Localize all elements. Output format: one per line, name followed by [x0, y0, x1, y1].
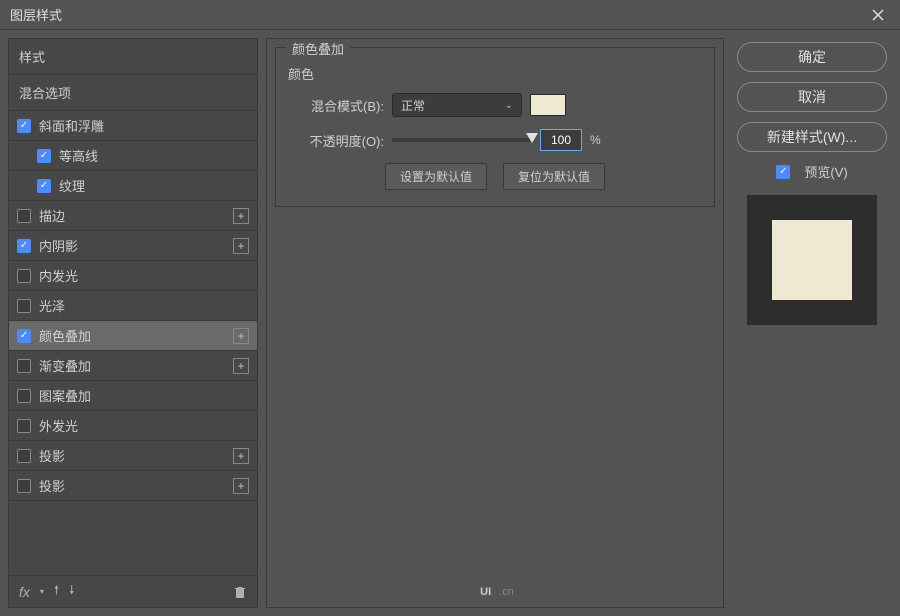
checkbox-icon[interactable] — [37, 179, 51, 193]
blend-mode-select[interactable]: 正常 ⌄ — [392, 93, 522, 117]
style-item-pattern-overlay[interactable]: 图案叠加 — [9, 381, 257, 411]
dialog-title: 图层样式 — [10, 5, 62, 24]
group-title: 颜色叠加 — [286, 39, 350, 58]
checkbox-icon[interactable] — [17, 269, 31, 283]
style-item-color-overlay[interactable]: 颜色叠加 + — [9, 321, 257, 351]
action-panel: 确定 取消 新建样式(W)... 预览(V) — [732, 38, 892, 608]
cancel-button[interactable]: 取消 — [737, 82, 887, 112]
style-label: 投影 — [39, 476, 65, 495]
style-label: 纹理 — [59, 176, 85, 195]
preview-toggle[interactable]: 预览(V) — [776, 162, 847, 181]
checkbox-icon[interactable] — [17, 419, 31, 433]
style-item-drop-shadow[interactable]: 投影 + — [9, 441, 257, 471]
checkbox-icon[interactable] — [17, 299, 31, 313]
style-item-bevel[interactable]: 斜面和浮雕 — [9, 111, 257, 141]
move-up-icon[interactable]: 🠕 — [54, 581, 59, 602]
titlebar: 图层样式 — [0, 0, 900, 30]
checkbox-icon[interactable] — [17, 449, 31, 463]
slider-thumb-icon[interactable] — [526, 133, 538, 143]
styles-header[interactable]: 样式 — [9, 39, 257, 75]
style-item-texture[interactable]: 纹理 — [9, 171, 257, 201]
blend-options-header[interactable]: 混合选项 — [9, 75, 257, 111]
set-default-button[interactable]: 设置为默认值 — [385, 163, 487, 190]
style-item-gradient-overlay[interactable]: 渐变叠加 + — [9, 351, 257, 381]
close-icon — [872, 9, 884, 21]
fx-dropdown-icon[interactable]: ▾ — [40, 587, 44, 596]
checkbox-icon[interactable] — [17, 329, 31, 343]
styles-footer: fx ▾ 🠕 🠗 — [9, 575, 257, 607]
reset-default-button[interactable]: 复位为默认值 — [503, 163, 605, 190]
style-item-contour[interactable]: 等高线 — [9, 141, 257, 171]
style-label: 内发光 — [39, 266, 78, 285]
styles-panel: 样式 混合选项 斜面和浮雕 等高线 纹理 描边 + — [8, 38, 258, 608]
add-effect-icon[interactable]: + — [233, 238, 249, 254]
style-label: 斜面和浮雕 — [39, 116, 104, 135]
add-effect-icon[interactable]: + — [233, 448, 249, 464]
checkbox-icon[interactable] — [17, 359, 31, 373]
watermark: UI .cn — [476, 585, 514, 599]
checkbox-icon[interactable] — [17, 209, 31, 223]
style-label: 描边 — [39, 206, 65, 225]
checkbox-icon[interactable] — [776, 165, 790, 179]
checkbox-icon[interactable] — [17, 479, 31, 493]
ok-button[interactable]: 确定 — [737, 42, 887, 72]
fx-menu-icon[interactable]: fx — [19, 584, 30, 600]
opacity-label: 不透明度(O): — [288, 131, 384, 150]
checkbox-icon[interactable] — [17, 239, 31, 253]
opacity-slider[interactable] — [392, 138, 532, 142]
new-style-button[interactable]: 新建样式(W)... — [737, 122, 887, 152]
style-item-stroke[interactable]: 描边 + — [9, 201, 257, 231]
style-item-inner-shadow[interactable]: 内阴影 + — [9, 231, 257, 261]
preview-box — [747, 195, 877, 325]
color-overlay-group: 颜色叠加 颜色 混合模式(B): 正常 ⌄ 不透明度(O): — [275, 47, 715, 207]
add-effect-icon[interactable]: + — [233, 358, 249, 374]
ui-badge: UI — [476, 585, 495, 599]
preview-label: 预览(V) — [804, 162, 847, 181]
style-label: 颜色叠加 — [39, 326, 91, 345]
style-label: 图案叠加 — [39, 386, 91, 405]
color-swatch[interactable] — [530, 94, 566, 116]
style-label: 外发光 — [39, 416, 78, 435]
style-label: 渐变叠加 — [39, 356, 91, 375]
style-item-outer-glow[interactable]: 外发光 — [9, 411, 257, 441]
add-effect-icon[interactable]: + — [233, 328, 249, 344]
preview-swatch — [772, 220, 852, 300]
style-item-inner-glow[interactable]: 内发光 — [9, 261, 257, 291]
blend-mode-value: 正常 — [401, 97, 425, 114]
chevron-down-icon: ⌄ — [505, 100, 513, 111]
style-label: 投影 — [39, 446, 65, 465]
watermark-text: .cn — [499, 586, 514, 598]
style-label: 等高线 — [59, 146, 98, 165]
style-item-satin[interactable]: 光泽 — [9, 291, 257, 321]
settings-panel: 颜色叠加 颜色 混合模式(B): 正常 ⌄ 不透明度(O): — [266, 38, 724, 608]
add-effect-icon[interactable]: + — [233, 208, 249, 224]
style-label: 内阴影 — [39, 236, 78, 255]
add-effect-icon[interactable]: + — [233, 478, 249, 494]
trash-icon[interactable] — [233, 585, 247, 599]
opacity-unit: % — [590, 133, 601, 147]
style-item-drop-shadow-2[interactable]: 投影 + — [9, 471, 257, 501]
style-label: 光泽 — [39, 296, 65, 315]
checkbox-icon[interactable] — [17, 119, 31, 133]
color-section-label: 颜色 — [288, 64, 702, 83]
move-down-icon[interactable]: 🠗 — [69, 581, 74, 602]
blend-mode-label: 混合模式(B): — [288, 96, 384, 115]
close-button[interactable] — [866, 3, 890, 27]
checkbox-icon[interactable] — [37, 149, 51, 163]
checkbox-icon[interactable] — [17, 389, 31, 403]
opacity-input[interactable] — [540, 129, 582, 151]
